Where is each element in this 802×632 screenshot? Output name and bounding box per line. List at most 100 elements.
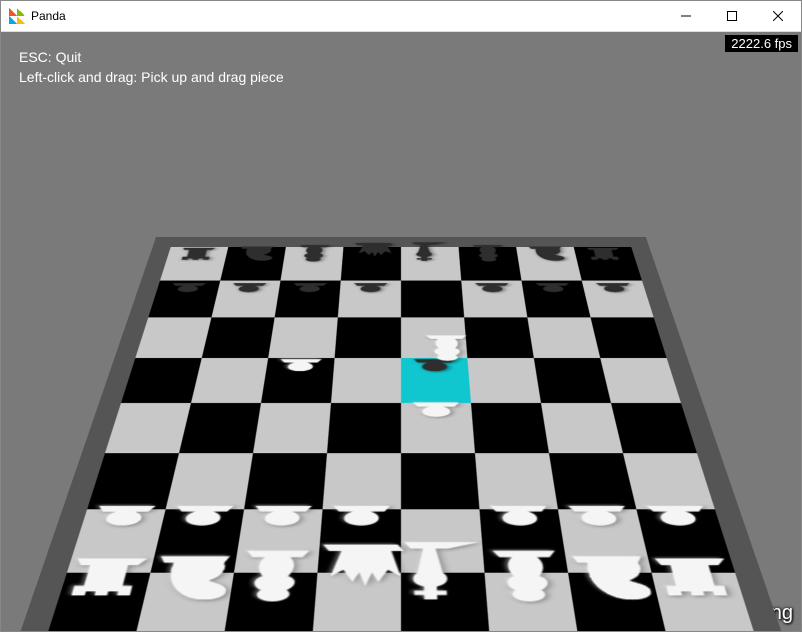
square-d3[interactable] [323, 454, 401, 510]
square-a7[interactable] [148, 281, 220, 318]
square-h5[interactable] [600, 358, 681, 403]
square-f4[interactable] [471, 403, 549, 453]
square-f5[interactable] [467, 358, 541, 403]
square-b8[interactable] [220, 247, 286, 281]
square-e1[interactable] [401, 573, 490, 631]
white-bishop[interactable] [480, 551, 577, 608]
black-rook[interactable] [582, 248, 628, 264]
black-pawn[interactable] [468, 284, 517, 299]
square-a6[interactable] [135, 318, 211, 359]
square-a3[interactable] [87, 454, 179, 510]
square-h1[interactable] [652, 573, 759, 631]
square-c3[interactable] [244, 454, 327, 510]
square-a8[interactable] [160, 247, 228, 281]
white-pawn[interactable] [319, 506, 402, 540]
white-pawn[interactable] [238, 506, 323, 540]
white-queen[interactable] [312, 545, 404, 608]
square-b3[interactable] [166, 454, 253, 510]
square-c1[interactable] [222, 573, 317, 631]
square-f7[interactable] [461, 281, 527, 318]
black-bishop[interactable] [466, 245, 510, 263]
black-pawn[interactable] [405, 359, 464, 380]
white-pawn[interactable] [269, 359, 330, 380]
square-a4[interactable] [105, 403, 191, 453]
black-knight[interactable] [233, 247, 278, 264]
square-a2[interactable] [67, 510, 166, 573]
black-rook[interactable] [174, 248, 220, 264]
square-c6[interactable] [268, 318, 338, 359]
white-pawn[interactable] [404, 403, 470, 428]
black-pawn[interactable] [346, 284, 394, 299]
white-pawn[interactable] [557, 506, 645, 540]
black-pawn[interactable] [285, 284, 334, 299]
square-c8[interactable] [281, 247, 344, 281]
minimize-button[interactable] [663, 1, 709, 31]
square-e4[interactable] [401, 403, 475, 453]
square-e2[interactable] [401, 510, 485, 573]
square-e5[interactable] [401, 358, 471, 403]
square-f2[interactable] [479, 510, 568, 573]
square-d4[interactable] [327, 403, 401, 453]
square-f3[interactable] [475, 454, 558, 510]
white-pawn[interactable] [157, 506, 245, 540]
viewport-3d[interactable]: ESC: Quit Left-click and drag: Pick up a… [1, 32, 801, 631]
square-c2[interactable] [234, 510, 323, 573]
square-g4[interactable] [541, 403, 623, 453]
square-a1[interactable] [44, 573, 151, 631]
square-d5[interactable] [331, 358, 401, 403]
black-pawn[interactable] [223, 284, 273, 299]
white-king[interactable] [398, 542, 490, 608]
black-pawn[interactable] [589, 284, 640, 299]
square-b5[interactable] [191, 358, 268, 403]
white-pawn[interactable] [635, 506, 726, 540]
square-g6[interactable] [527, 318, 600, 359]
black-knight[interactable] [524, 247, 569, 264]
square-b7[interactable] [211, 281, 280, 318]
square-d8[interactable] [341, 247, 401, 281]
white-knight[interactable] [139, 557, 239, 608]
square-b4[interactable] [179, 403, 261, 453]
square-c4[interactable] [253, 403, 331, 453]
square-f6[interactable] [464, 318, 534, 359]
black-pawn[interactable] [161, 284, 212, 299]
square-d2[interactable] [317, 510, 401, 573]
square-f1[interactable] [485, 573, 580, 631]
square-h4[interactable] [611, 403, 697, 453]
square-d1[interactable] [312, 573, 401, 631]
white-pawn[interactable] [77, 506, 168, 540]
titlebar[interactable]: Panda [1, 1, 801, 32]
square-h2[interactable] [636, 510, 735, 573]
white-rook[interactable] [53, 559, 157, 608]
black-bishop[interactable] [291, 245, 335, 263]
square-e6[interactable] [401, 318, 467, 359]
close-button[interactable] [755, 1, 801, 31]
square-b1[interactable] [133, 573, 234, 631]
square-f8[interactable] [459, 247, 522, 281]
square-c7[interactable] [275, 281, 341, 318]
square-h8[interactable] [574, 247, 642, 281]
white-pawn[interactable] [478, 506, 563, 540]
black-queen[interactable] [350, 243, 393, 263]
square-e3[interactable] [401, 454, 479, 510]
square-g5[interactable] [534, 358, 611, 403]
square-e8[interactable] [401, 247, 461, 281]
square-a5[interactable] [121, 358, 202, 403]
square-c5[interactable] [261, 358, 335, 403]
square-g8[interactable] [516, 247, 582, 281]
square-e7[interactable] [401, 281, 464, 318]
square-g2[interactable] [558, 510, 652, 573]
square-h6[interactable] [591, 318, 667, 359]
square-h7[interactable] [582, 281, 654, 318]
square-b2[interactable] [150, 510, 244, 573]
square-g3[interactable] [549, 454, 636, 510]
square-b6[interactable] [202, 318, 275, 359]
square-h3[interactable] [623, 454, 715, 510]
square-g1[interactable] [568, 573, 669, 631]
white-bishop[interactable] [225, 551, 322, 608]
square-d7[interactable] [338, 281, 401, 318]
black-king[interactable] [409, 242, 452, 263]
square-d6[interactable] [335, 318, 401, 359]
white-knight[interactable] [563, 557, 663, 608]
white-rook[interactable] [645, 559, 749, 608]
black-pawn[interactable] [529, 284, 579, 299]
